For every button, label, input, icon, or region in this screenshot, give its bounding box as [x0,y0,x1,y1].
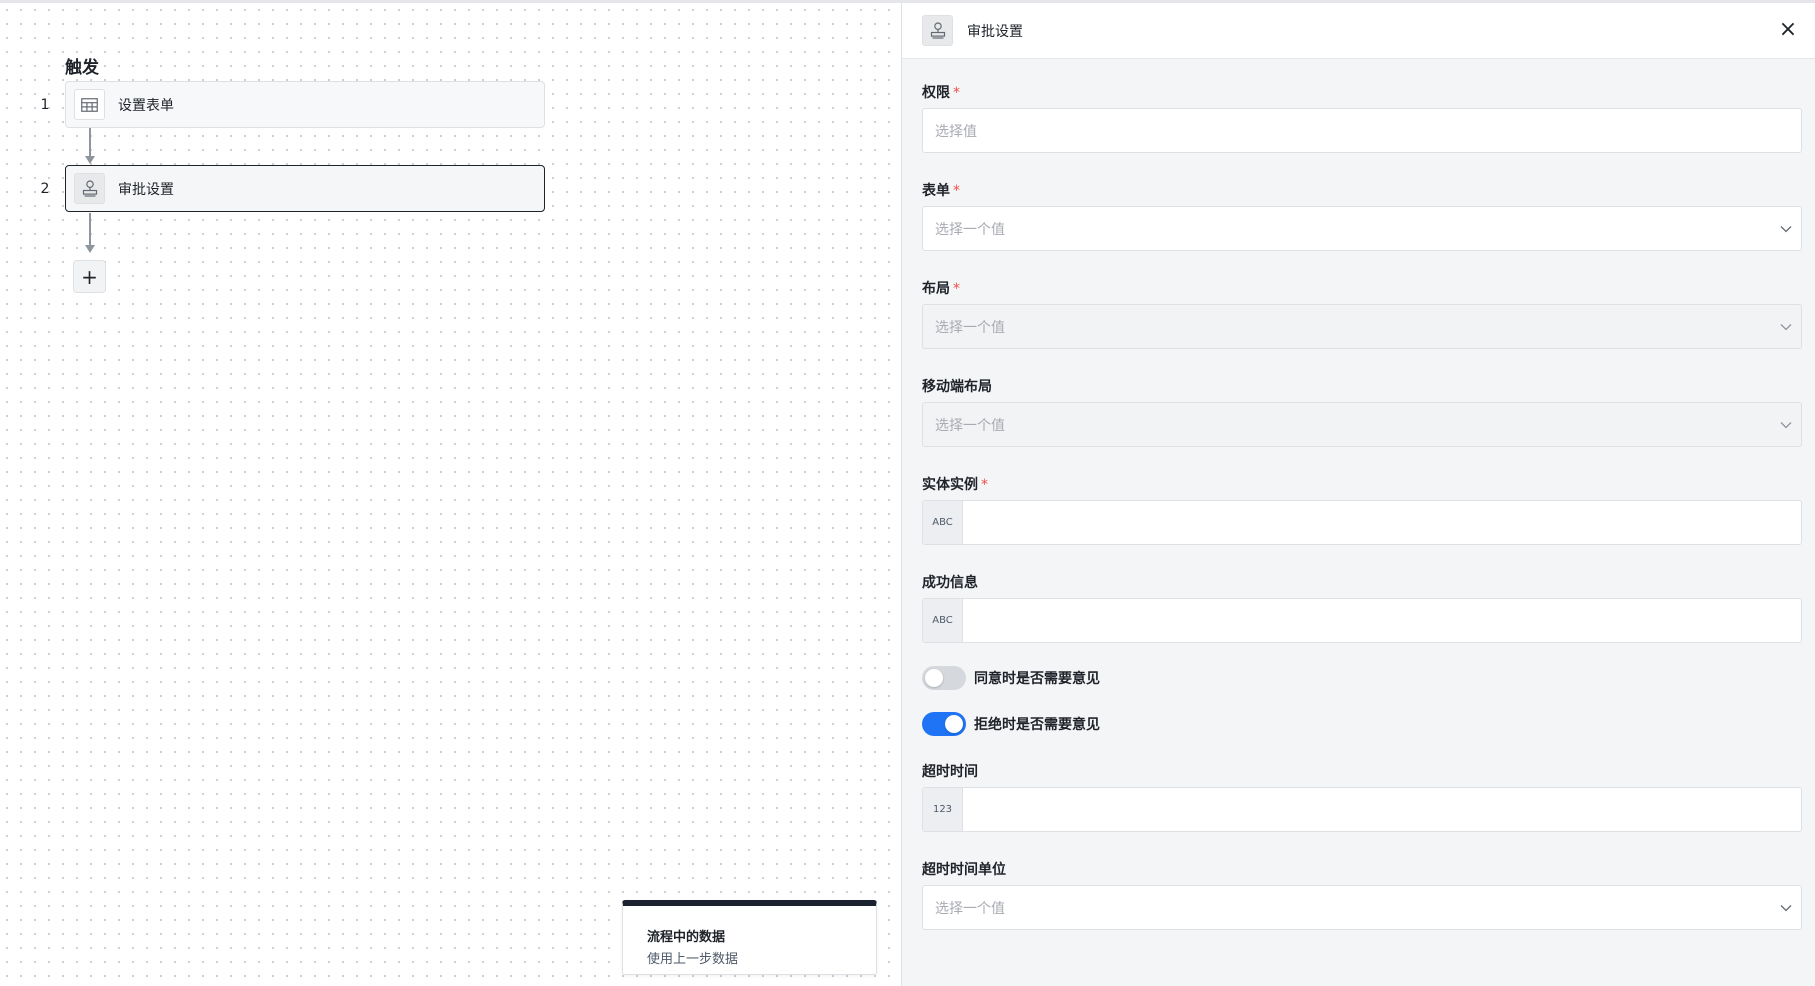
agree-opinion-label: 同意时是否需要意见 [974,671,1100,687]
timeout-input[interactable]: 123 [922,787,1802,832]
entity-instance-input[interactable]: ABC [922,500,1802,545]
entity-instance-label-text: 实体实例 [922,477,978,493]
reject-opinion-toggle[interactable] [922,712,966,736]
agree-opinion-row: 同意时是否需要意见 [922,666,1100,690]
success-message-label: 成功信息 [922,575,978,591]
section-title: 触发 [65,58,99,78]
stamp-icon [74,173,105,204]
required-mark: * [953,183,960,199]
timeout-label: 超时时间 [922,764,978,780]
chevron-down-icon [1771,323,1801,331]
layout-label: 布局 * [922,278,960,298]
data-card-subtitle: 使用上一步数据 [647,952,739,967]
flow-canvas[interactable]: 触发 1 设置表单 2 审批设置 + 流程中的数据 使用上一步数据 [0,3,901,986]
step-label: 审批设置 [118,181,174,198]
success-message-input[interactable]: ABC [922,598,1802,643]
text-type-badge: ABC [923,599,963,642]
timeout-field[interactable] [963,788,1801,831]
mobile-layout-placeholder: 选择一个值 [935,417,1005,434]
chevron-down-icon [1771,421,1801,429]
step-card-approval-settings[interactable]: 审批设置 [65,165,545,212]
form-label-text: 表单 [922,183,950,199]
layout-label-text: 布局 [922,281,950,297]
toggle-knob [925,669,943,687]
form-label: 表单 * [922,180,960,200]
toggle-knob [945,715,963,733]
required-mark: * [953,85,960,101]
permission-label-text: 权限 [922,85,950,101]
add-step-button[interactable]: + [73,260,106,293]
step-card-set-form[interactable]: 设置表单 [65,81,545,128]
required-mark: * [981,477,988,493]
timeout-unit-placeholder: 选择一个值 [935,900,1005,917]
timeout-unit-select[interactable]: 选择一个值 [922,885,1802,930]
flow-data-card[interactable]: 流程中的数据 使用上一步数据 [622,900,877,975]
permission-label: 权限 * [922,82,960,102]
step-number: 2 [40,181,50,197]
step-label: 设置表单 [118,97,174,114]
connector-line [89,213,91,247]
layout-placeholder: 选择一个值 [935,319,1005,336]
permission-placeholder: 选择值 [935,123,977,140]
form-select[interactable]: 选择一个值 [922,206,1802,251]
chevron-down-icon [1771,225,1801,233]
step-number: 1 [40,97,50,113]
layout-select[interactable]: 选择一个值 [922,304,1802,349]
number-type-badge: 123 [923,788,963,831]
mobile-layout-label: 移动端布局 [922,379,992,395]
text-type-badge: ABC [923,501,963,544]
table-icon [74,89,105,120]
mobile-layout-select[interactable]: 选择一个值 [922,402,1802,447]
panel-title: 审批设置 [967,23,1023,40]
stamp-icon [922,15,953,46]
reject-opinion-row: 拒绝时是否需要意见 [922,712,1100,736]
success-message-field[interactable] [963,599,1801,642]
connector-arrow [85,245,95,253]
form-placeholder: 选择一个值 [935,221,1005,238]
reject-opinion-label: 拒绝时是否需要意见 [974,717,1100,733]
chevron-down-icon [1771,904,1801,912]
connector-arrow [85,156,95,164]
panel-header: 审批设置 × [902,3,1815,59]
agree-opinion-toggle[interactable] [922,666,966,690]
close-icon[interactable]: × [1776,17,1800,42]
timeout-unit-label: 超时时间单位 [922,862,1006,878]
data-card-title: 流程中的数据 [647,930,726,945]
required-mark: * [953,281,960,297]
permission-select[interactable]: 选择值 [922,108,1802,153]
connector-line [89,128,91,158]
entity-instance-label: 实体实例 * [922,474,988,494]
entity-instance-field[interactable] [963,501,1801,544]
settings-panel: 审批设置 × 权限 * 选择值 表单 * 选择一个值 布局 * 选择一个值 移动端布局… [901,3,1815,986]
